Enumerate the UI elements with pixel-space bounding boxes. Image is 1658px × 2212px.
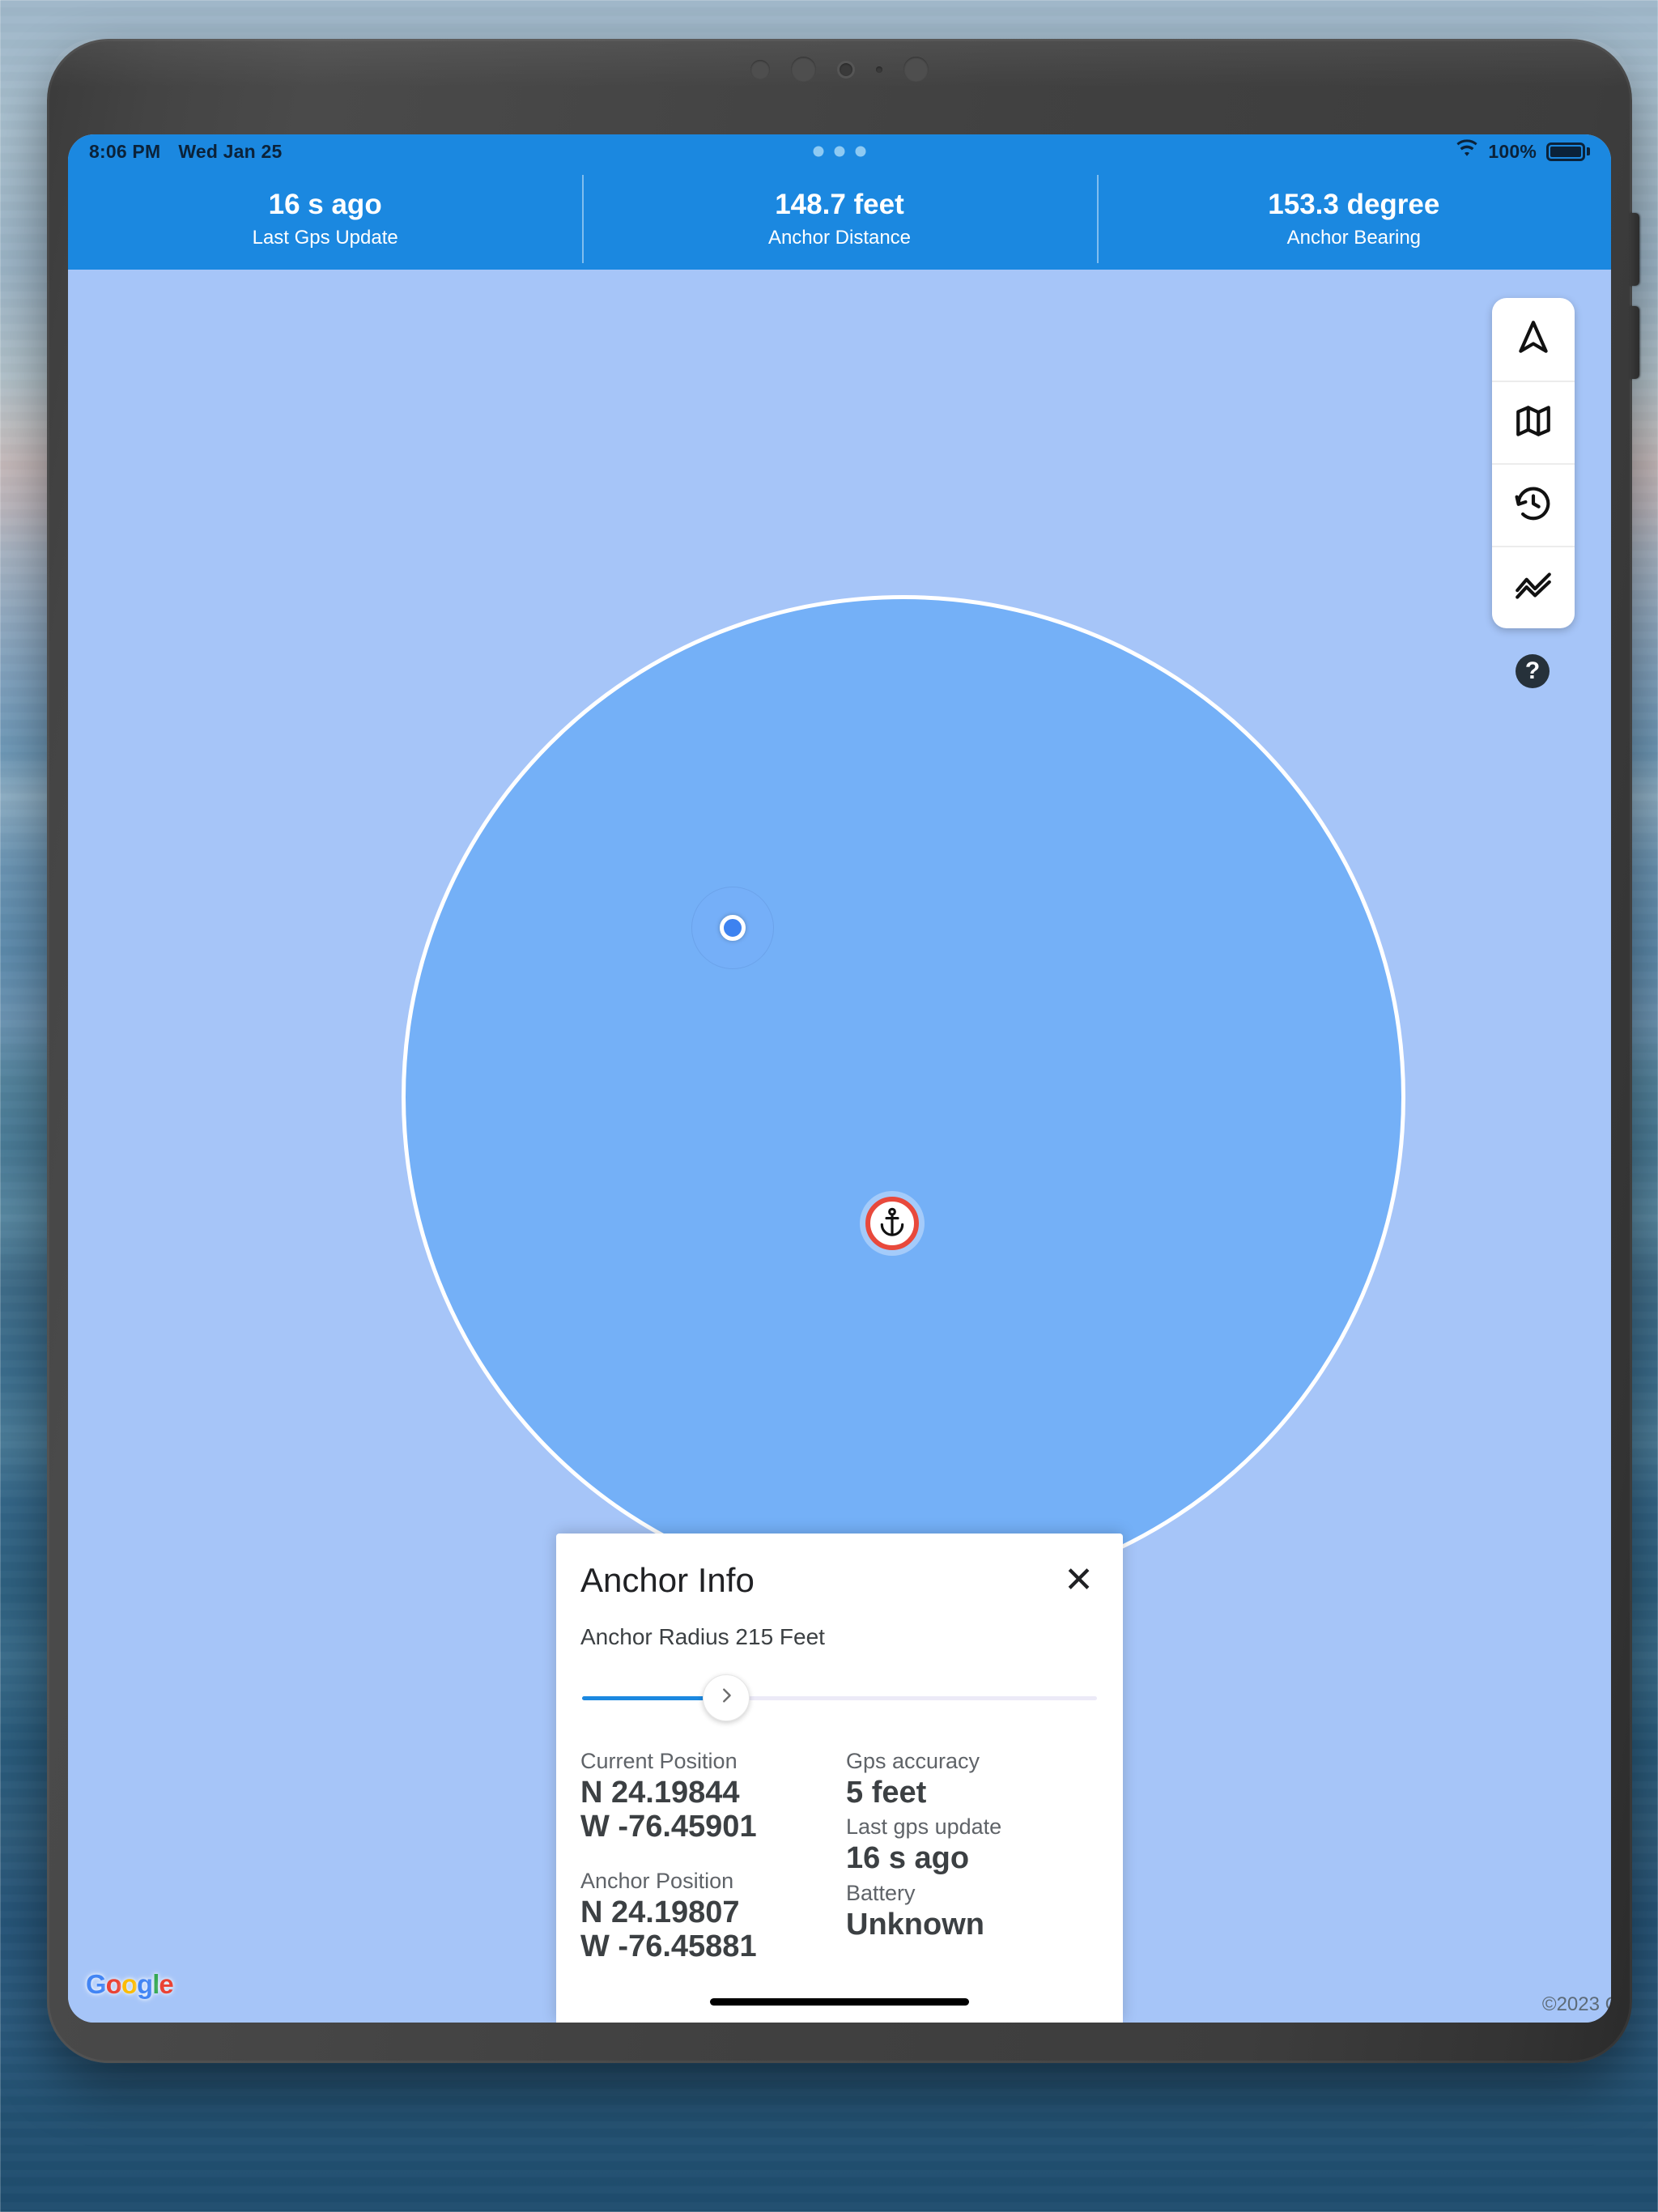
stat-value: 16 s ago <box>268 189 382 220</box>
field-value-latitude: N 24.19807 <box>580 1895 740 1929</box>
google-letter: G <box>86 1969 107 1999</box>
sensor-dot <box>876 66 882 73</box>
anchor-marker[interactable] <box>865 1197 919 1250</box>
multitask-dot <box>813 146 824 157</box>
statistics-button[interactable] <box>1492 546 1575 628</box>
help-button[interactable]: ? <box>1516 654 1550 688</box>
home-indicator[interactable] <box>580 1980 1099 2023</box>
chart-line-icon <box>1513 566 1554 610</box>
battery-percent: 100% <box>1488 140 1537 162</box>
status-date: Wed Jan 25 <box>178 140 283 162</box>
field-value: Unknown <box>846 1907 984 1942</box>
status-time: 8:06 PM <box>89 140 161 162</box>
history-icon <box>1513 483 1554 528</box>
field-value: 16 s ago <box>846 1841 970 1876</box>
tablet-device-frame: 8:06 PM Wed Jan 25 100% 16 s ago Last Gp… <box>47 39 1639 2063</box>
google-letter: g <box>137 1969 153 1999</box>
track-history-button[interactable] <box>1492 463 1575 546</box>
multitask-dots-icon[interactable] <box>813 146 866 157</box>
battery-icon <box>1546 142 1590 161</box>
stat-label: Last Gps Update <box>252 227 398 249</box>
stat-label: Anchor Distance <box>767 227 912 249</box>
field-label: Anchor Position <box>580 1868 734 1893</box>
close-icon[interactable]: ✕ <box>1059 1562 1099 1598</box>
anchor-radius-label: Anchor Radius 215 Feet <box>580 1623 825 1649</box>
field-label: Battery <box>846 1880 916 1905</box>
field-label: Last gps update <box>846 1814 1002 1840</box>
google-letter: e <box>159 1969 173 1999</box>
map-attribution: ©2023 Goo <box>1541 1993 1611 2015</box>
status-bar-right: 100% <box>1456 138 1590 165</box>
stat-anchor-distance[interactable]: 148.7 feet Anchor Distance <box>582 168 1096 270</box>
anchor-info-panel: Anchor Info ✕ Anchor Radius 215 Feet Cur… <box>556 1533 1123 2023</box>
anchor-icon <box>877 1206 908 1241</box>
field-value-latitude: N 24.19844 <box>580 1775 740 1810</box>
map-canvas[interactable]: ? Google ©2023 Goo Anchor Info ✕ Anchor … <box>68 270 1611 2023</box>
google-letter: o <box>105 1969 122 1999</box>
navigation-arrow-icon <box>1513 317 1554 362</box>
map-controls-rail <box>1492 298 1575 628</box>
anchor-radius-slider[interactable] <box>582 1674 1097 1721</box>
field-gps-accuracy: Gps accuracy 5 feet <box>846 1749 1099 1810</box>
status-bar-left: 8:06 PM Wed Jan 25 <box>89 141 282 163</box>
stat-value: 148.7 feet <box>775 189 904 220</box>
stat-last-gps-update[interactable]: 16 s ago Last Gps Update <box>68 168 582 270</box>
field-value-longitude: W -76.45881 <box>580 1929 757 1964</box>
field-last-gps-update: Last gps update 16 s ago <box>846 1814 1099 1876</box>
sensor-dot <box>791 57 816 82</box>
stat-value: 153.3 degree <box>1268 189 1440 220</box>
multitask-dot <box>855 146 866 157</box>
wifi-icon <box>1456 138 1478 165</box>
field-battery: Battery Unknown <box>846 1881 1099 1942</box>
fields-column-right: Gps accuracy 5 feet Last gps update 16 s… <box>840 1749 1099 1964</box>
boat-position-dot[interactable] <box>720 915 746 941</box>
panel-title: Anchor Info <box>580 1560 755 1599</box>
field-value: 5 feet <box>846 1775 927 1810</box>
field-anchor-position: Anchor Position N 24.19807 W -76.45881 <box>580 1869 840 1964</box>
google-logo: Google <box>86 1969 174 2000</box>
field-label: Current Position <box>580 1748 738 1773</box>
map-layers-icon <box>1513 401 1554 445</box>
center-on-boat-button[interactable] <box>1492 298 1575 381</box>
multitask-dot <box>834 146 845 157</box>
front-camera-icon <box>837 60 855 79</box>
camera-sensor-cluster <box>750 57 929 82</box>
map-type-button[interactable] <box>1492 381 1575 463</box>
power-button[interactable] <box>1630 213 1639 286</box>
field-current-position: Current Position N 24.19844 W -76.45901 <box>580 1749 840 1844</box>
field-label: Gps accuracy <box>846 1748 980 1773</box>
sensor-dot <box>750 59 770 79</box>
stats-header: 16 s ago Last Gps Update 148.7 feet Anch… <box>68 168 1611 270</box>
sensor-dot <box>903 57 929 82</box>
panel-header: Anchor Info ✕ <box>580 1561 1099 1600</box>
chevron-right-icon <box>717 1687 735 1708</box>
home-bar <box>710 1997 969 2006</box>
stat-anchor-bearing[interactable]: 153.3 degree Anchor Bearing <box>1096 168 1611 270</box>
field-value-longitude: W -76.45901 <box>580 1810 757 1844</box>
stat-label: Anchor Bearing <box>1286 227 1422 249</box>
google-letter: o <box>121 1969 138 1999</box>
anchor-radius-circle <box>402 595 1405 1599</box>
help-icon: ? <box>1524 657 1541 684</box>
status-bar: 8:06 PM Wed Jan 25 100% <box>68 134 1611 168</box>
volume-button[interactable] <box>1630 306 1639 379</box>
fields-column-left: Current Position N 24.19844 W -76.45901 … <box>580 1749 840 1964</box>
device-screen: 8:06 PM Wed Jan 25 100% 16 s ago Last Gp… <box>68 134 1611 2023</box>
slider-thumb[interactable] <box>703 1674 750 1721</box>
panel-fields: Current Position N 24.19844 W -76.45901 … <box>580 1749 1099 1980</box>
